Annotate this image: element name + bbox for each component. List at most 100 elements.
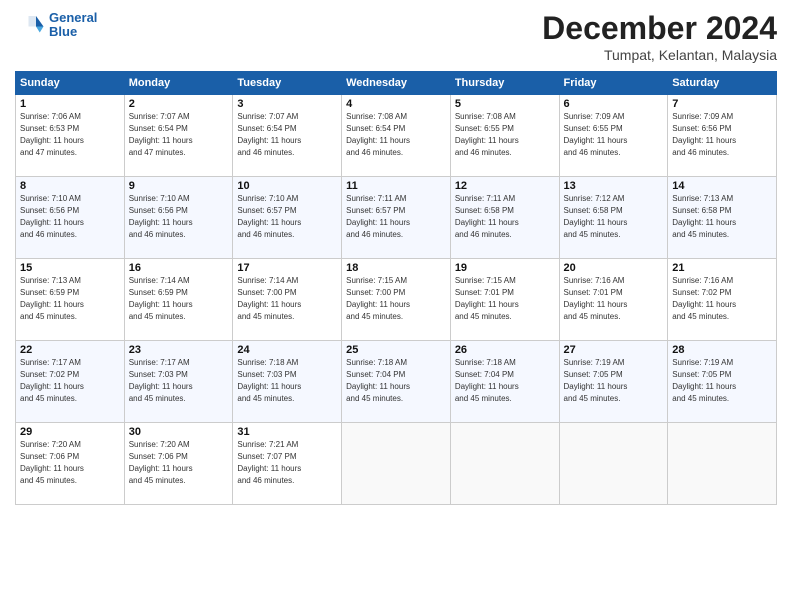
calendar-table: SundayMondayTuesdayWednesdayThursdayFrid… — [15, 71, 777, 505]
day-header-wednesday: Wednesday — [342, 72, 451, 95]
day-info: Sunrise: 7:13 AMSunset: 6:59 PMDaylight:… — [20, 275, 120, 323]
day-info: Sunrise: 7:06 AMSunset: 6:53 PMDaylight:… — [20, 111, 120, 159]
calendar-cell: 31Sunrise: 7:21 AMSunset: 7:07 PMDayligh… — [233, 423, 342, 505]
calendar-cell: 9Sunrise: 7:10 AMSunset: 6:56 PMDaylight… — [124, 177, 233, 259]
day-number: 16 — [129, 262, 229, 274]
month-title: December 2024 — [542, 10, 777, 47]
day-number: 28 — [672, 344, 772, 356]
day-number: 29 — [20, 426, 120, 438]
calendar-cell: 24Sunrise: 7:18 AMSunset: 7:03 PMDayligh… — [233, 341, 342, 423]
day-info: Sunrise: 7:09 AMSunset: 6:56 PMDaylight:… — [672, 111, 772, 159]
day-info: Sunrise: 7:08 AMSunset: 6:54 PMDaylight:… — [346, 111, 446, 159]
day-number: 12 — [455, 180, 555, 192]
day-number: 5 — [455, 98, 555, 110]
day-info: Sunrise: 7:10 AMSunset: 6:57 PMDaylight:… — [237, 193, 337, 241]
calendar-cell: 11Sunrise: 7:11 AMSunset: 6:57 PMDayligh… — [342, 177, 451, 259]
day-info: Sunrise: 7:14 AMSunset: 6:59 PMDaylight:… — [129, 275, 229, 323]
calendar-cell: 25Sunrise: 7:18 AMSunset: 7:04 PMDayligh… — [342, 341, 451, 423]
calendar-cell: 2Sunrise: 7:07 AMSunset: 6:54 PMDaylight… — [124, 95, 233, 177]
logo-icon — [15, 10, 45, 40]
calendar-cell: 7Sunrise: 7:09 AMSunset: 6:56 PMDaylight… — [668, 95, 777, 177]
calendar-cell: 4Sunrise: 7:08 AMSunset: 6:54 PMDaylight… — [342, 95, 451, 177]
calendar-week-5: 29 Sunrise: 7:20 AMSunset: 7:06 PMDayligh… — [16, 423, 777, 505]
day-number: 4 — [346, 98, 446, 110]
calendar-cell: 23Sunrise: 7:17 AMSunset: 7:03 PMDayligh… — [124, 341, 233, 423]
calendar-week-4: 22Sunrise: 7:17 AMSunset: 7:02 PMDayligh… — [16, 341, 777, 423]
day-info: Sunrise: 7:19 AMSunset: 7:05 PMDaylight:… — [672, 357, 772, 405]
day-info: Sunrise: 7:10 AMSunset: 6:56 PMDaylight:… — [129, 193, 229, 241]
day-info: Sunrise: 7:18 AMSunset: 7:04 PMDaylight:… — [346, 357, 446, 405]
day-info: Sunrise: 7:11 AMSunset: 6:58 PMDaylight:… — [455, 193, 555, 241]
day-number: 23 — [129, 344, 229, 356]
day-number: 17 — [237, 262, 337, 274]
calendar-cell: 6Sunrise: 7:09 AMSunset: 6:55 PMDaylight… — [559, 95, 668, 177]
day-info: Sunrise: 7:15 AMSunset: 7:01 PMDaylight:… — [455, 275, 555, 323]
calendar-cell: 3Sunrise: 7:07 AMSunset: 6:54 PMDaylight… — [233, 95, 342, 177]
calendar-cell: 30Sunrise: 7:20 AMSunset: 7:06 PMDayligh… — [124, 423, 233, 505]
day-info: Sunrise: 7:13 AMSunset: 6:58 PMDaylight:… — [672, 193, 772, 241]
day-info: Sunrise: 7:16 AMSunset: 7:01 PMDaylight:… — [564, 275, 664, 323]
calendar-cell: 1Sunrise: 7:06 AMSunset: 6:53 PMDaylight… — [16, 95, 125, 177]
day-info: Sunrise: 7:07 AMSunset: 6:54 PMDaylight:… — [129, 111, 229, 159]
day-info: Sunrise: 7:08 AMSunset: 6:55 PMDaylight:… — [455, 111, 555, 159]
day-header-monday: Monday — [124, 72, 233, 95]
calendar-cell: 13Sunrise: 7:12 AMSunset: 6:58 PMDayligh… — [559, 177, 668, 259]
calendar-cell — [668, 423, 777, 505]
day-number: 7 — [672, 98, 772, 110]
day-number: 15 — [20, 262, 120, 274]
day-number: 22 — [20, 344, 120, 356]
day-info: Sunrise: 7:17 AMSunset: 7:03 PMDaylight:… — [129, 357, 229, 405]
day-number: 8 — [20, 180, 120, 192]
day-header-sunday: Sunday — [16, 72, 125, 95]
day-info: Sunrise: 7:18 AMSunset: 7:03 PMDaylight:… — [237, 357, 337, 405]
day-number: 24 — [237, 344, 337, 356]
day-number: 11 — [346, 180, 446, 192]
title-section: December 2024 Tumpat, Kelantan, Malaysia — [542, 10, 777, 63]
day-info: Sunrise: 7:20 AMSunset: 7:06 PMDaylight:… — [129, 439, 229, 487]
logo-line1: General — [49, 11, 97, 25]
calendar-header-row: SundayMondayTuesdayWednesdayThursdayFrid… — [16, 72, 777, 95]
day-number: 9 — [129, 180, 229, 192]
calendar-cell: 27Sunrise: 7:19 AMSunset: 7:05 PMDayligh… — [559, 341, 668, 423]
calendar-cell: 19Sunrise: 7:15 AMSunset: 7:01 PMDayligh… — [450, 259, 559, 341]
day-number: 2 — [129, 98, 229, 110]
calendar-page: General Blue December 2024 Tumpat, Kelan… — [0, 0, 792, 612]
day-info: Sunrise: 7:12 AMSunset: 6:58 PMDaylight:… — [564, 193, 664, 241]
calendar-cell: 18Sunrise: 7:15 AMSunset: 7:00 PMDayligh… — [342, 259, 451, 341]
day-info: Sunrise: 7:17 AMSunset: 7:02 PMDaylight:… — [20, 357, 120, 405]
day-info: Sunrise: 7:15 AMSunset: 7:00 PMDaylight:… — [346, 275, 446, 323]
calendar-cell — [559, 423, 668, 505]
day-header-thursday: Thursday — [450, 72, 559, 95]
day-number: 18 — [346, 262, 446, 274]
calendar-cell: 29Sunrise: 7:20 AMSunset: 7:06 PMDayligh… — [16, 423, 125, 505]
day-header-tuesday: Tuesday — [233, 72, 342, 95]
location-subtitle: Tumpat, Kelantan, Malaysia — [542, 47, 777, 63]
day-number: 27 — [564, 344, 664, 356]
day-number: 6 — [564, 98, 664, 110]
calendar-cell: 16Sunrise: 7:14 AMSunset: 6:59 PMDayligh… — [124, 259, 233, 341]
calendar-cell — [450, 423, 559, 505]
calendar-cell: 14Sunrise: 7:13 AMSunset: 6:58 PMDayligh… — [668, 177, 777, 259]
logo-text: General Blue — [49, 11, 97, 40]
logo: General Blue — [15, 10, 97, 40]
calendar-week-3: 15Sunrise: 7:13 AMSunset: 6:59 PMDayligh… — [16, 259, 777, 341]
calendar-cell: 20Sunrise: 7:16 AMSunset: 7:01 PMDayligh… — [559, 259, 668, 341]
calendar-cell — [342, 423, 451, 505]
day-number: 30 — [129, 426, 229, 438]
calendar-cell: 17Sunrise: 7:14 AMSunset: 7:00 PMDayligh… — [233, 259, 342, 341]
calendar-cell: 10Sunrise: 7:10 AMSunset: 6:57 PMDayligh… — [233, 177, 342, 259]
day-number: 13 — [564, 180, 664, 192]
day-info: Sunrise: 7:09 AMSunset: 6:55 PMDaylight:… — [564, 111, 664, 159]
header: General Blue December 2024 Tumpat, Kelan… — [15, 10, 777, 63]
day-info: Sunrise: 7:10 AMSunset: 6:56 PMDaylight:… — [20, 193, 120, 241]
day-info: Sunrise: 7:19 AMSunset: 7:05 PMDaylight:… — [564, 357, 664, 405]
day-number: 14 — [672, 180, 772, 192]
day-header-saturday: Saturday — [668, 72, 777, 95]
calendar-cell: 22Sunrise: 7:17 AMSunset: 7:02 PMDayligh… — [16, 341, 125, 423]
day-info: Sunrise: 7:07 AMSunset: 6:54 PMDaylight:… — [237, 111, 337, 159]
calendar-cell: 12Sunrise: 7:11 AMSunset: 6:58 PMDayligh… — [450, 177, 559, 259]
day-number: 20 — [564, 262, 664, 274]
calendar-cell: 26Sunrise: 7:18 AMSunset: 7:04 PMDayligh… — [450, 341, 559, 423]
day-info: Sunrise: 7:11 AMSunset: 6:57 PMDaylight:… — [346, 193, 446, 241]
day-number: 1 — [20, 98, 120, 110]
